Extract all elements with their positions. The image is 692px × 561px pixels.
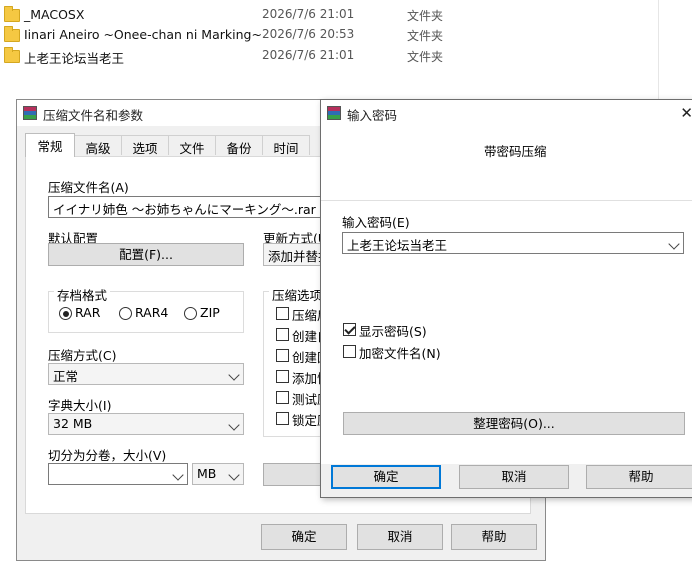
password-dialog: 输入密码 ✕ 带密码压缩 输入密码(E) 上老王论坛当老王 显示密码(S) 加密… <box>320 99 692 498</box>
password-dialog-content: 带密码压缩 输入密码(E) 上老王论坛当老王 显示密码(S) 加密文件名(N) … <box>321 126 692 464</box>
file-type: 文件夹 <box>407 9 444 23</box>
tab-general[interactable]: 常规 <box>25 133 75 157</box>
format-zip-radio[interactable] <box>184 307 197 320</box>
password-label: 输入密码(E) <box>342 215 410 230</box>
ok-button[interactable]: 确定 <box>261 524 347 550</box>
dictionary-size-label: 字典大小(I) <box>48 398 112 413</box>
show-password-checkbox[interactable] <box>343 323 356 336</box>
encrypt-names-label: 加密文件名(N) <box>359 346 441 361</box>
format-rar4-label: RAR4 <box>135 305 169 320</box>
chevron-down-icon <box>228 369 240 381</box>
option-checkbox[interactable] <box>276 391 289 404</box>
file-type: 文件夹 <box>407 29 444 43</box>
close-icon[interactable]: ✕ <box>680 104 692 122</box>
winrar-icon <box>23 106 37 120</box>
tab-files[interactable]: 文件 <box>168 135 216 156</box>
folder-icon <box>4 47 20 63</box>
file-explorer-list: _MACOSX 2026/7/6 21:01 文件夹 Iinari Aneiro… <box>0 0 692 100</box>
password-help-button[interactable]: 帮助 <box>586 465 692 489</box>
password-dialog-title: 输入密码 <box>347 108 398 123</box>
organize-passwords-button[interactable]: 整理密码(O)... <box>343 412 685 435</box>
winrar-icon <box>327 106 341 120</box>
format-rar-radio[interactable] <box>59 307 72 320</box>
split-unit-select[interactable]: MB <box>192 463 244 485</box>
archive-name-label: 压缩文件名(A) <box>48 180 129 195</box>
compression-method-label: 压缩方式(C) <box>48 348 117 363</box>
file-name: Iinari Aneiro ~Onee-chan ni Marking~ <box>24 27 262 42</box>
password-ok-button[interactable]: 确定 <box>331 465 441 489</box>
folder-icon <box>4 6 20 22</box>
compression-options-label: 压缩选项 <box>269 285 326 304</box>
file-type: 文件夹 <box>407 50 444 64</box>
compression-method-value: 正常 <box>53 369 79 384</box>
option-checkbox[interactable] <box>276 370 289 383</box>
cancel-button[interactable]: 取消 <box>357 524 443 550</box>
file-date: 2026/7/6 21:01 <box>262 7 355 21</box>
dictionary-size-select[interactable]: 32 MB <box>48 413 244 435</box>
split-unit-value: MB <box>197 466 217 481</box>
compression-method-select[interactable]: 正常 <box>48 363 244 385</box>
tab-options[interactable]: 选项 <box>121 135 169 156</box>
password-cancel-button[interactable]: 取消 <box>459 465 569 489</box>
file-row[interactable]: Iinari Aneiro ~Onee-chan ni Marking~ 202… <box>0 24 660 44</box>
tab-backup[interactable]: 备份 <box>215 135 263 156</box>
split-volume-input[interactable] <box>48 463 188 485</box>
archive-format-label: 存档格式 <box>54 285 111 304</box>
column-divider <box>658 0 659 100</box>
chevron-down-icon <box>228 419 240 431</box>
split-volume-label: 切分为分卷，大小(V) <box>48 448 167 463</box>
file-row[interactable]: 上老王论坛当老王 2026/7/6 21:01 文件夹 <box>0 45 660 66</box>
help-button[interactable]: 帮助 <box>451 524 537 550</box>
archive-name-input[interactable]: イイナリ姉色 ～お姉ちゃんにマーキング～.rar <box>48 196 348 218</box>
tab-time[interactable]: 时间 <box>262 135 310 156</box>
option-checkbox[interactable] <box>276 412 289 425</box>
option-checkbox[interactable] <box>276 328 289 341</box>
file-name: _MACOSX <box>24 7 85 22</box>
password-input[interactable]: 上老王论坛当老王 <box>342 232 684 254</box>
dialog-title: 压缩文件名和参数 <box>43 108 144 123</box>
password-heading: 带密码压缩 <box>484 144 547 159</box>
file-date: 2026/7/6 20:53 <box>262 27 355 41</box>
password-value: 上老王论坛当老王 <box>347 238 448 253</box>
chevron-down-icon <box>228 469 240 481</box>
chevron-down-icon <box>172 469 184 481</box>
option-checkbox[interactable] <box>276 307 289 320</box>
divider <box>321 200 692 201</box>
folder-icon <box>4 26 20 42</box>
format-rar4-radio[interactable] <box>119 307 132 320</box>
password-dialog-titlebar[interactable]: 输入密码 ✕ <box>321 100 692 126</box>
profile-button[interactable]: 配置(F)... <box>48 243 244 266</box>
format-rar-label: RAR <box>75 305 101 320</box>
file-row[interactable]: _MACOSX 2026/7/6 21:01 文件夹 <box>0 4 660 24</box>
dictionary-size-value: 32 MB <box>53 416 93 431</box>
file-name: 上老王论坛当老王 <box>24 51 125 66</box>
format-zip-label: ZIP <box>200 305 220 320</box>
option-checkbox[interactable] <box>276 349 289 362</box>
encrypt-names-checkbox[interactable] <box>343 345 356 358</box>
show-password-label: 显示密码(S) <box>359 324 427 339</box>
tab-advanced[interactable]: 高级 <box>74 135 122 156</box>
chevron-down-icon <box>668 238 680 250</box>
file-date: 2026/7/6 21:01 <box>262 48 355 62</box>
